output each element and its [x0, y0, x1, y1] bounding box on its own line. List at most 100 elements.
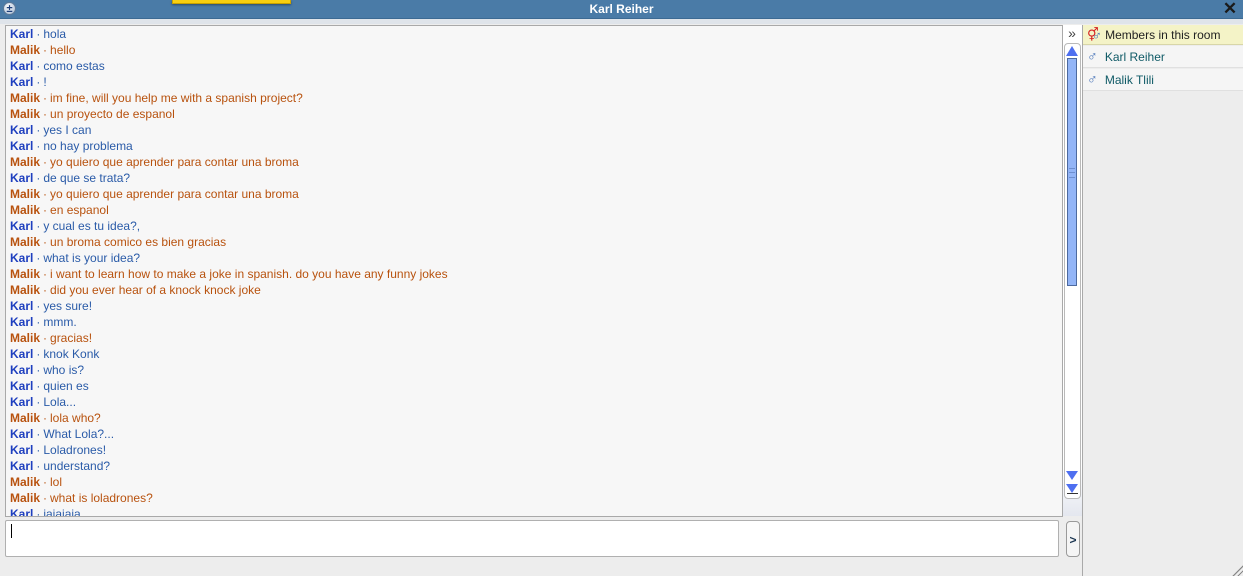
- message-separator: ·: [43, 491, 48, 505]
- message-author: Malik: [10, 107, 41, 121]
- message-author: Malik: [10, 203, 41, 217]
- chat-message: Karl · mmm.: [6, 314, 1062, 330]
- message-text: hola: [43, 27, 67, 41]
- members-panel: ⚥ ♂ Members in this room ♂ Karl Reiher ♂ …: [1082, 25, 1243, 576]
- message-text: Loladrones!: [43, 443, 107, 457]
- chat-message: Malik · what is loladrones?: [6, 490, 1062, 506]
- message-separator: ·: [36, 139, 41, 153]
- send-button[interactable]: >: [1066, 521, 1080, 557]
- message-separator: ·: [43, 235, 48, 249]
- message-author: Karl: [10, 379, 34, 393]
- message-author: Karl: [10, 123, 34, 137]
- chat-message: Karl · yes sure!: [6, 298, 1062, 314]
- chat-message: Malik · did you ever hear of a knock knock…: [6, 282, 1062, 298]
- chat-message: Malik · en espanol: [6, 202, 1062, 218]
- message-text: who is?: [43, 363, 85, 377]
- chat-message: Karl · como estas: [6, 58, 1062, 74]
- message-author: Malik: [10, 43, 41, 57]
- chat-message: Malik · lol: [6, 474, 1062, 490]
- message-author: Malik: [10, 267, 41, 281]
- scroll-to-bottom-bar: [1067, 493, 1078, 494]
- message-text: yes sure!: [43, 299, 93, 313]
- message-separator: ·: [43, 107, 48, 121]
- chat-message: Karl · who is?: [6, 362, 1062, 378]
- member-item[interactable]: ♂ Karl Reiher: [1083, 46, 1243, 68]
- message-author: Karl: [10, 443, 34, 457]
- message-input[interactable]: [5, 520, 1059, 557]
- text-caret: [11, 524, 12, 538]
- close-icon[interactable]: ✕: [1222, 0, 1238, 18]
- members-group-icon: ⚥ ♂: [1087, 27, 1102, 43]
- message-text: y cual es tu idea?,: [43, 219, 141, 233]
- message-text: mmm.: [43, 315, 77, 329]
- chat-message: Karl · what is your idea?: [6, 250, 1062, 266]
- chat-message: Malik · i want to learn how to make a joke…: [6, 266, 1062, 282]
- chat-message: Malik · hello: [6, 42, 1062, 58]
- members-header: ⚥ ♂ Members in this room: [1083, 25, 1243, 45]
- message-author: Karl: [10, 395, 34, 409]
- message-text: gracias!: [50, 331, 93, 345]
- chat-message: Karl ·!: [6, 74, 1062, 90]
- message-separator: ·: [36, 443, 41, 457]
- message-text: understand?: [43, 459, 111, 473]
- message-author: Malik: [10, 235, 41, 249]
- message-author: Karl: [10, 75, 34, 89]
- message-separator: ·: [43, 43, 48, 57]
- resize-handle[interactable]: [1231, 564, 1243, 576]
- message-separator: ·: [36, 315, 41, 329]
- message-author: Malik: [10, 283, 41, 297]
- top-strip: [0, 19, 1243, 24]
- scroll-up-icon[interactable]: [1066, 46, 1078, 56]
- member-name: Karl Reiher: [1104, 50, 1165, 64]
- message-separator: ·: [36, 251, 41, 265]
- chat-message: Malik · lola who?: [6, 410, 1062, 426]
- scroll-to-bottom-icon[interactable]: [1066, 484, 1078, 493]
- message-author: Karl: [10, 507, 34, 517]
- chat-message: Malik · un proyecto de espanol: [6, 106, 1062, 122]
- chat-message: Malik · un broma comico es bien gracias: [6, 234, 1062, 250]
- member-item[interactable]: ♂ Malik Tlili: [1083, 69, 1243, 91]
- message-separator: ·: [43, 475, 48, 489]
- message-text: im fine, will you help me with a spanish…: [50, 91, 303, 105]
- message-author: Malik: [10, 155, 41, 169]
- message-author: Malik: [10, 331, 41, 345]
- message-separator: ·: [43, 203, 48, 217]
- message-author: Karl: [10, 363, 34, 377]
- chat-message: Karl · Loladrones!: [6, 442, 1062, 458]
- message-text: un broma comico es bien gracias: [50, 235, 227, 249]
- chat-message: Malik · yo quiero que aprender para contar…: [6, 186, 1062, 202]
- message-separator: ·: [36, 299, 41, 313]
- message-author: Malik: [10, 187, 41, 201]
- message-separator: ·: [43, 91, 48, 105]
- message-text: i want to learn how to make a joke in sp…: [50, 267, 448, 281]
- chat-message: Karl · y cual es tu idea?,: [6, 218, 1062, 234]
- chat-message: Karl · no hay problema: [6, 138, 1062, 154]
- message-author: Malik: [10, 91, 41, 105]
- message-separator: ·: [36, 123, 41, 137]
- notification-tab[interactable]: [172, 0, 291, 4]
- message-text: un proyecto de espanol: [50, 107, 175, 121]
- member-name: Malik Tlili: [1104, 73, 1154, 87]
- chat-message: Karl · quien es: [6, 378, 1062, 394]
- chat-message: Karl · understand?: [6, 458, 1062, 474]
- message-text: como estas: [43, 59, 105, 73]
- scroll-down-icon[interactable]: [1066, 471, 1078, 480]
- message-text: what is your idea?: [43, 251, 141, 265]
- chat-message: Malik · yo quiero que aprender para contar…: [6, 154, 1062, 170]
- chat-message: Karl · de que se trata?: [6, 170, 1062, 186]
- message-author: Karl: [10, 219, 34, 233]
- chat-message: Karl · hola: [6, 26, 1062, 42]
- message-text: hello: [50, 43, 76, 57]
- message-separator: ·: [36, 171, 41, 185]
- message-text: yo quiero que aprender para contar una b…: [50, 155, 299, 169]
- message-separator: ·: [43, 187, 48, 201]
- message-separator: ·: [43, 411, 48, 425]
- message-separator: ·: [36, 347, 41, 361]
- message-separator: ·: [43, 267, 48, 281]
- chat-message: Karl · jajajaja: [6, 506, 1062, 517]
- message-author: Karl: [10, 299, 34, 313]
- scrollbar-grip-icon: [1069, 168, 1075, 178]
- collapse-members-button[interactable]: »: [1064, 26, 1080, 41]
- plus-circle-icon[interactable]: ±: [3, 2, 16, 15]
- members-header-label: Members in this room: [1105, 28, 1221, 42]
